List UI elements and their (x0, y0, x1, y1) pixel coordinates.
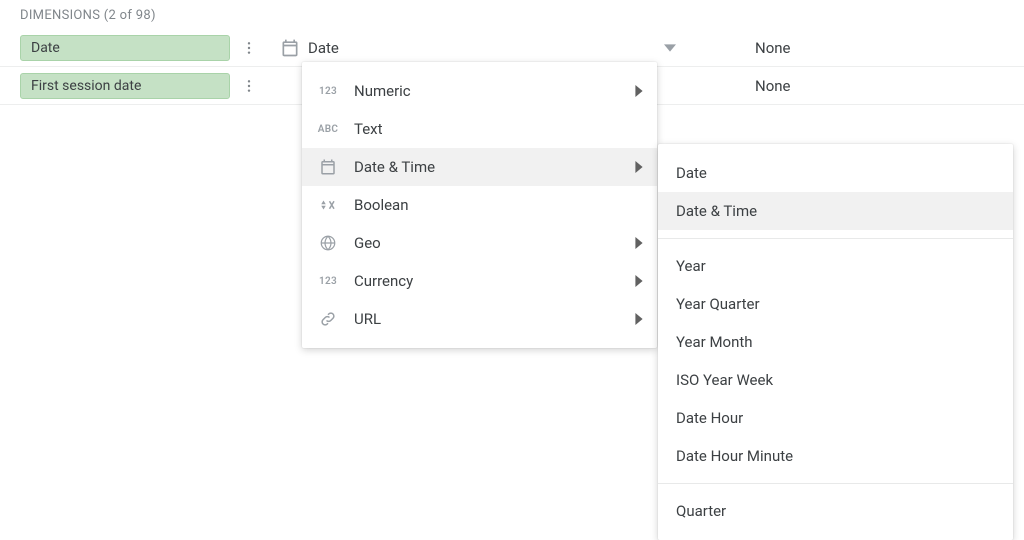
type-menu-item[interactable]: 123 Currency (302, 262, 657, 300)
submenu-item[interactable]: Year (658, 247, 1013, 285)
type-menu-item[interactable]: Boolean (302, 186, 657, 224)
123-icon: 123 (316, 86, 340, 97)
submenu-item-label: Date & Time (676, 202, 995, 220)
123-icon: 123 (316, 276, 340, 287)
chevron-right-icon (635, 161, 643, 173)
menu-item-label: Text (354, 120, 643, 138)
submenu-item-label: Year Quarter (676, 295, 995, 313)
more-icon[interactable] (230, 67, 268, 105)
caret-down-icon[interactable] (664, 42, 709, 54)
chip-label: First session date (31, 78, 141, 94)
menu-item-label: Geo (354, 234, 621, 252)
dimension-chip[interactable]: First session date (20, 73, 230, 99)
submenu-item[interactable]: Date & Time (658, 192, 1013, 230)
field-type-label[interactable]: Date (308, 39, 664, 57)
chevron-right-icon (635, 237, 643, 249)
chevron-right-icon (635, 275, 643, 287)
section-title: DIMENSIONS (2 of 98) (0, 0, 1024, 29)
type-menu-item[interactable]: URL (302, 300, 657, 338)
aggregation-value[interactable]: None (709, 39, 1024, 57)
datetime-submenu[interactable]: Date Date & Time Year Year Quarter Year Mont… (658, 144, 1013, 540)
type-menu[interactable]: 123 Numeric ABC Text Date & Time Boolean Geo 12… (302, 62, 657, 348)
dimension-chip[interactable]: Date (20, 35, 230, 61)
submenu-item[interactable]: Year Month (658, 323, 1013, 361)
type-menu-item[interactable]: ABC Text (302, 110, 657, 148)
menu-item-label: Currency (354, 272, 621, 290)
submenu-item-label: ISO Year Week (676, 371, 995, 389)
calendar-icon (316, 158, 340, 176)
menu-separator (658, 483, 1013, 484)
type-menu-item[interactable]: Geo (302, 224, 657, 262)
menu-item-label: Numeric (354, 82, 621, 100)
submenu-item[interactable]: ISO Year Week (658, 361, 1013, 399)
submenu-item[interactable]: Year Quarter (658, 285, 1013, 323)
type-menu-item[interactable]: Date & Time (302, 148, 657, 186)
link-icon (316, 310, 340, 328)
calendar-icon[interactable] (268, 38, 308, 58)
submenu-item-label: Quarter (676, 502, 995, 520)
submenu-item-label: Date Hour (676, 409, 995, 427)
menu-item-label: Date & Time (354, 158, 621, 176)
submenu-item[interactable]: Date (658, 154, 1013, 192)
menu-separator (658, 238, 1013, 239)
submenu-item[interactable]: Date Hour (658, 399, 1013, 437)
submenu-item-label: Year Month (676, 333, 995, 351)
submenu-item[interactable]: Quarter (658, 492, 1013, 530)
submenu-item[interactable]: Date Hour Minute (658, 437, 1013, 475)
menu-item-label: Boolean (354, 196, 643, 214)
submenu-item-label: Date Hour Minute (676, 447, 995, 465)
aggregation-value[interactable]: None (709, 77, 1024, 95)
boolean-icon (316, 196, 340, 214)
more-icon[interactable] (230, 29, 268, 67)
chevron-right-icon (635, 85, 643, 97)
chip-label: Date (31, 40, 60, 56)
submenu-item-label: Date (676, 164, 995, 182)
submenu-item-label: Year (676, 257, 995, 275)
abc-icon: ABC (316, 124, 340, 135)
menu-item-label: URL (354, 310, 621, 328)
type-menu-item[interactable]: 123 Numeric (302, 72, 657, 110)
chevron-right-icon (635, 313, 643, 325)
globe-icon (316, 234, 340, 252)
